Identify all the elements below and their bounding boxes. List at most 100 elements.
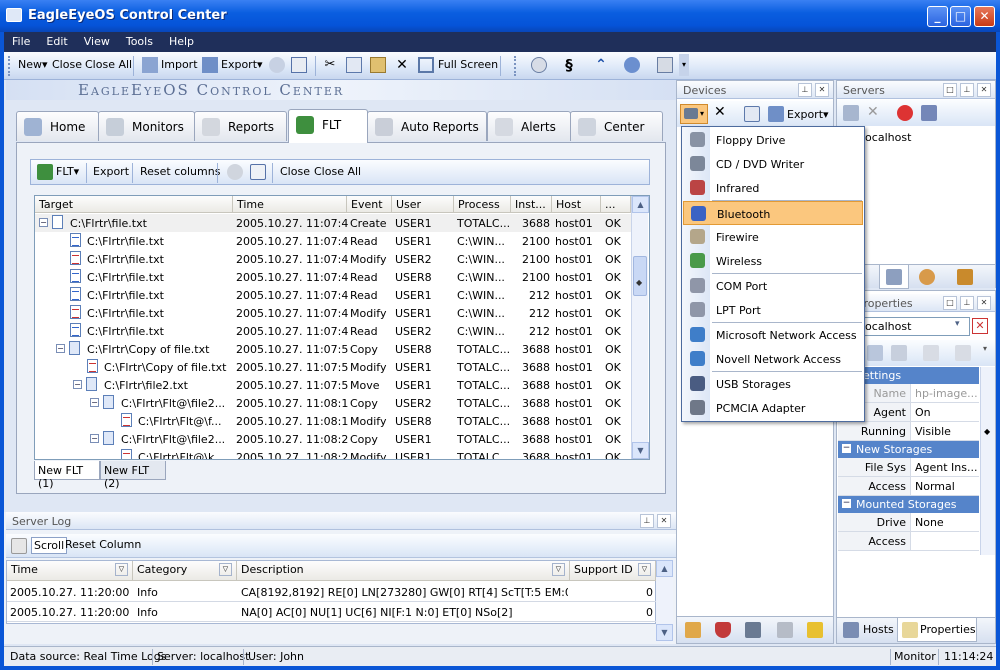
- menu-item-floppy-drive[interactable]: Floppy Drive: [683, 128, 863, 152]
- close-panel-icon[interactable]: ✕: [657, 514, 671, 528]
- disconnect-icon[interactable]: [897, 105, 913, 121]
- server-settings-icon[interactable]: [921, 105, 937, 121]
- log-row[interactable]: 2005.10.27. 11:20:00 Info CA[8192,8192] RE…: [7, 582, 656, 602]
- column-header-more[interactable]: ...: [601, 196, 631, 213]
- table-row[interactable]: C:\Flrtr\file.txt 2005.10.27. 11:07:48 Rea…: [35, 322, 635, 340]
- tab-monitors[interactable]: Monitors: [98, 111, 195, 141]
- property-row[interactable]: Drive None: [838, 513, 979, 532]
- remove-icon[interactable]: ✕: [714, 104, 726, 120]
- tab-home[interactable]: Home: [16, 111, 99, 141]
- log-scroll-down-button[interactable]: ▼: [656, 624, 673, 641]
- log-row[interactable]: 2005.10.27. 11:20:00 Info NA[0] AC[0] NU[1…: [7, 602, 656, 622]
- scroll-down-button[interactable]: ▼: [632, 442, 649, 459]
- menu-item-microsoft-network-access[interactable]: Microsoft Network Access: [683, 323, 863, 347]
- print-icon[interactable]: [227, 164, 243, 180]
- table-row[interactable]: C:\Flrtr\Copy of file.txt 2005.10.27. 11:…: [35, 358, 635, 376]
- log-column-description[interactable]: Description ▽: [237, 561, 570, 581]
- table-row[interactable]: − C:\Flrtr\file.txt 2005.10.27. 11:07:42 Cr…: [35, 214, 635, 232]
- folder-icon[interactable]: [957, 269, 973, 285]
- table-row[interactable]: C:\Flrtr\file.txt 2005.10.27. 11:07:46 Rea…: [35, 286, 635, 304]
- table-row[interactable]: C:\Flrtr\file.txt 2005.10.27. 11:07:45 Rea…: [35, 268, 635, 286]
- printer-icon[interactable]: [777, 622, 793, 638]
- tab-alerts[interactable]: Alerts: [487, 111, 571, 141]
- property-row[interactable]: Running Visible: [838, 422, 979, 441]
- globe-icon[interactable]: [624, 57, 640, 73]
- category-new-storages[interactable]: − New Storages: [838, 441, 979, 458]
- log-column-support-id[interactable]: Support ID ▽: [570, 561, 656, 581]
- refresh-icon[interactable]: [531, 57, 547, 73]
- column-header-instance[interactable]: Inst...: [511, 196, 552, 213]
- property-grid-scrollbar[interactable]: ◆: [980, 367, 995, 555]
- toolbar-overflow-button[interactable]: ▾: [679, 54, 689, 76]
- tab-reports[interactable]: Reports: [194, 111, 287, 141]
- window-icon[interactable]: □: [943, 83, 957, 97]
- users-icon[interactable]: [919, 269, 935, 285]
- menu-item-pcmcia-adapter[interactable]: PCMCIA Adapter: [683, 396, 863, 420]
- expand-toggle-icon[interactable]: −: [39, 218, 48, 227]
- column-header-process[interactable]: Process: [454, 196, 511, 213]
- table-row[interactable]: − C:\Flrtr\Copy of file.txt 2005.10.27. 11…: [35, 340, 635, 358]
- grid-vertical-scrollbar[interactable]: ▲ ◆ ▼: [631, 196, 649, 459]
- subtab-new-flt-1[interactable]: New FLT (1): [34, 461, 100, 490]
- pin-icon[interactable]: ⊥: [960, 296, 974, 310]
- log-scrollbar[interactable]: ▲ ▼: [656, 560, 673, 642]
- menu-item-novell-network-access[interactable]: Novell Network Access: [683, 347, 863, 371]
- expand-toggle-icon[interactable]: −: [73, 380, 82, 389]
- cut-icon[interactable]: ✂: [322, 57, 338, 73]
- log-column-category[interactable]: Category ▽: [133, 561, 237, 581]
- tab-auto-reports[interactable]: Auto Reports: [367, 111, 487, 141]
- device-type-dropdown[interactable]: ▾: [680, 104, 708, 124]
- full-screen-button[interactable]: Full Screen: [438, 58, 498, 71]
- menu-file[interactable]: File: [4, 32, 38, 48]
- paste-icon[interactable]: [370, 57, 386, 73]
- table-row[interactable]: − C:\Flrtr\Flt@\file2... 2005.10.27. 11:08…: [35, 394, 635, 412]
- print-icon[interactable]: [269, 57, 285, 73]
- maximize-button[interactable]: □: [950, 6, 971, 27]
- column-header-user[interactable]: User: [392, 196, 454, 213]
- pin-icon[interactable]: ⊥: [960, 83, 974, 97]
- copy-icon[interactable]: [346, 57, 362, 73]
- menu-view[interactable]: View: [76, 32, 118, 48]
- menu-item-wireless[interactable]: Wireless: [683, 249, 863, 273]
- log-column-time[interactable]: Time ▽: [7, 561, 133, 581]
- menu-item-bluetooth[interactable]: Bluetooth: [683, 201, 863, 225]
- menu-item-firewire[interactable]: Firewire: [683, 225, 863, 249]
- pin-icon[interactable]: ⊥: [798, 83, 812, 97]
- menu-item-cd-dvd-writer[interactable]: CD / DVD Writer: [683, 152, 863, 176]
- tab-center[interactable]: Center: [570, 111, 663, 141]
- tab-properties[interactable]: Properties: [897, 618, 977, 642]
- section-icon[interactable]: §: [561, 57, 577, 73]
- collapse-up-icon[interactable]: ⌃: [593, 57, 609, 73]
- shield-icon[interactable]: [715, 622, 731, 638]
- tab-flt[interactable]: FLT: [288, 109, 368, 143]
- remove-server-icon[interactable]: ✕: [867, 104, 879, 120]
- edit-icon[interactable]: [923, 345, 939, 361]
- minimize-button[interactable]: _: [927, 6, 948, 27]
- property-row[interactable]: Access Normal: [838, 477, 979, 496]
- reset-column-button[interactable]: Reset Column: [65, 538, 141, 551]
- log-scroll-up-button[interactable]: ▲: [656, 560, 673, 577]
- subtab-new-flt-2[interactable]: New FLT (2): [100, 461, 166, 490]
- preview-icon[interactable]: [291, 57, 307, 73]
- property-row[interactable]: Access: [838, 532, 979, 551]
- export-button[interactable]: Export▾: [221, 58, 263, 71]
- scroll-toggle-button[interactable]: Scroll: [31, 537, 68, 554]
- flt-close-button[interactable]: Close: [280, 165, 310, 178]
- import-button[interactable]: Import: [161, 58, 198, 71]
- toolbar-grip[interactable]: [8, 56, 11, 76]
- table-row[interactable]: C:\Flrtr\file.txt 2005.10.27. 11:07:48 Mod…: [35, 304, 635, 322]
- lock-icon[interactable]: [807, 622, 823, 638]
- menu-tools[interactable]: Tools: [118, 32, 161, 48]
- flt-dropdown-button[interactable]: FLT▾: [56, 165, 79, 178]
- window-icon[interactable]: [657, 57, 673, 73]
- close-button[interactable]: Close: [52, 58, 82, 71]
- new-button[interactable]: New▾: [18, 58, 48, 71]
- expand-toggle-icon[interactable]: −: [90, 398, 99, 407]
- preview-icon[interactable]: [250, 164, 266, 180]
- device-icon[interactable]: [745, 622, 761, 638]
- properties-object-select[interactable]: localhost ▾: [857, 317, 970, 336]
- server-item-localhost[interactable]: localhost: [862, 131, 911, 144]
- column-header-time[interactable]: Time: [233, 196, 347, 213]
- reset-columns-button[interactable]: Reset columns: [140, 165, 220, 178]
- categorized-icon[interactable]: [867, 345, 883, 361]
